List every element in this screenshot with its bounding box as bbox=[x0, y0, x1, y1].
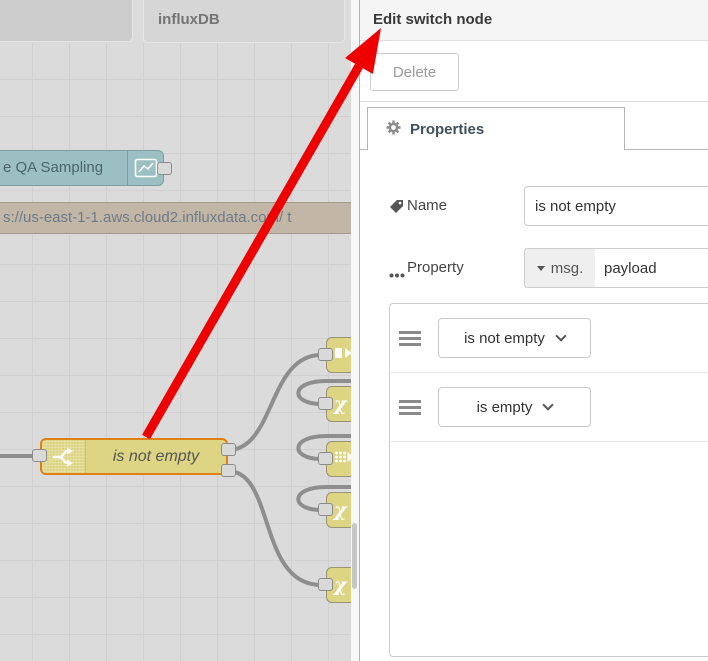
join-icon bbox=[334, 345, 352, 366]
chevron-down-icon bbox=[555, 329, 567, 342]
chevron-down-icon bbox=[542, 398, 555, 411]
panel-toolbar: Delete bbox=[360, 41, 708, 102]
canvas-vertical-scrollbar[interactable] bbox=[351, 0, 359, 661]
flow-wires bbox=[0, 353, 352, 587]
name-input[interactable] bbox=[524, 186, 708, 226]
flow-canvas[interactable]: influxDB e QA Sampling s://us-east-1-1.a… bbox=[0, 0, 352, 661]
property-field-row: Property msg. payload bbox=[360, 248, 708, 288]
property-input[interactable]: msg. payload bbox=[524, 248, 708, 288]
rule-2-operator-label: is empty bbox=[476, 398, 533, 416]
rule-1-operator-select[interactable]: is not empty bbox=[438, 318, 591, 358]
tag-icon bbox=[389, 199, 404, 219]
split-icon bbox=[334, 449, 352, 470]
drag-handle-icon[interactable] bbox=[399, 330, 421, 346]
delete-button[interactable]: Delete bbox=[370, 53, 459, 91]
node-red-editor: influxDB e QA Sampling s://us-east-1-1.a… bbox=[0, 0, 708, 661]
input-port[interactable] bbox=[32, 449, 47, 462]
property-type-label: msg. bbox=[550, 259, 584, 277]
edit-switch-node-panel: Edit switch node Delete Properties Name … bbox=[359, 0, 708, 661]
chi-icon: χ bbox=[334, 573, 347, 596]
switch-icon bbox=[42, 440, 86, 473]
input-port[interactable] bbox=[318, 503, 333, 516]
gear-icon bbox=[386, 120, 401, 139]
property-type-dropdown[interactable]: msg. bbox=[525, 249, 595, 287]
http-request-node[interactable]: s://us-east-1-1.aws.cloud2.influxdata.co… bbox=[0, 202, 352, 234]
chart-node-label: e QA Sampling bbox=[3, 159, 104, 176]
rule-2-operator-select[interactable]: is empty bbox=[438, 387, 591, 427]
flow-node-chi-2[interactable]: χ bbox=[318, 492, 352, 528]
ellipsis-icon bbox=[389, 265, 405, 283]
dropdown-caret-icon bbox=[536, 265, 545, 271]
scrollbar-thumb[interactable] bbox=[352, 523, 357, 589]
drag-handle-icon[interactable] bbox=[399, 399, 421, 415]
output-port-1[interactable] bbox=[221, 443, 236, 456]
input-port[interactable] bbox=[318, 452, 333, 465]
input-port[interactable] bbox=[318, 397, 333, 410]
flow-node-join[interactable] bbox=[318, 337, 352, 373]
flow-node-chi-3[interactable]: χ bbox=[318, 567, 352, 603]
tabstrip-border bbox=[360, 149, 367, 150]
switch-node-label: is not empty bbox=[112, 448, 200, 465]
rule-row-1: is not empty bbox=[390, 304, 708, 373]
tab-properties[interactable]: Properties bbox=[367, 107, 625, 150]
input-port[interactable] bbox=[318, 348, 333, 361]
input-port[interactable] bbox=[318, 578, 333, 591]
flow-node-split[interactable] bbox=[318, 441, 352, 477]
flow-node-chi-1[interactable]: χ bbox=[318, 386, 352, 422]
property-label: Property bbox=[407, 259, 464, 276]
chart-node[interactable]: e QA Sampling bbox=[0, 150, 172, 186]
tabstrip-border bbox=[625, 149, 708, 150]
name-field-row: Name bbox=[360, 186, 708, 226]
property-value[interactable]: payload bbox=[595, 249, 708, 287]
http-node-label: s://us-east-1-1.aws.cloud2.influxdata.co… bbox=[3, 209, 292, 226]
switch-node-selected[interactable]: is not empty bbox=[32, 438, 236, 477]
panel-title: Edit switch node bbox=[360, 0, 708, 41]
chi-icon: χ bbox=[334, 498, 347, 521]
output-port[interactable] bbox=[157, 162, 172, 175]
output-port-2[interactable] bbox=[221, 464, 236, 477]
tab-properties-label: Properties bbox=[410, 120, 485, 138]
name-label: Name bbox=[407, 197, 448, 214]
chi-icon: χ bbox=[334, 392, 347, 415]
panel-tabstrip: Properties bbox=[360, 102, 708, 150]
rules-container: is not empty is empty bbox=[389, 303, 708, 657]
rule-row-2: is empty bbox=[390, 373, 708, 442]
rule-1-operator-label: is not empty bbox=[464, 329, 545, 347]
